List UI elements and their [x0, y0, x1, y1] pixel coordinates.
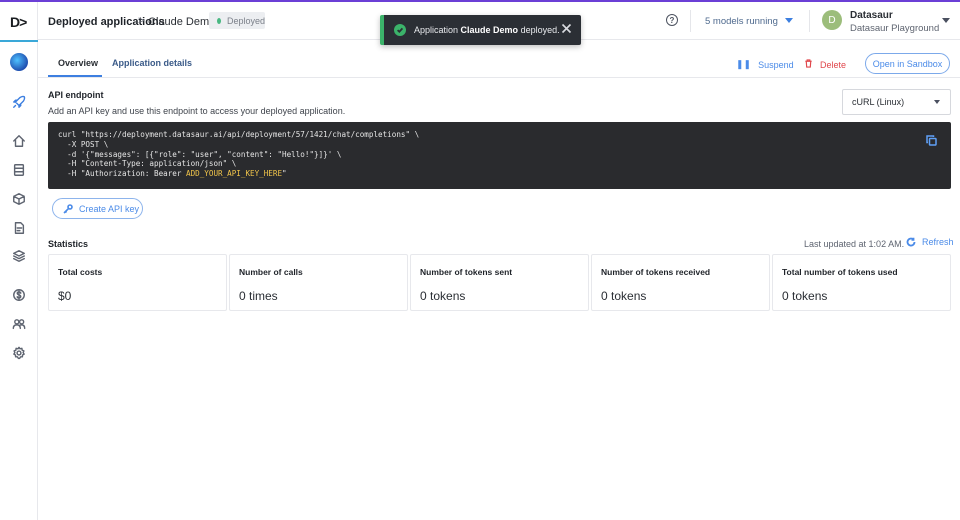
api-key-placeholder: ADD_YOUR_API_KEY_HERE: [186, 169, 283, 179]
stat-label: Total number of tokens used: [782, 267, 898, 277]
models-running-label[interactable]: 5 models running: [705, 16, 778, 27]
user-name: Datasaur: [850, 10, 893, 21]
tab-overview[interactable]: Overview: [58, 58, 98, 68]
toast-app-name: Claude Demo: [460, 25, 519, 35]
code-line-tail: ": [282, 169, 287, 179]
header-divider: [690, 10, 691, 32]
key-icon: [63, 203, 73, 214]
logo-underline: [0, 40, 38, 42]
code-text: curl "https://deployment.datasaur.ai/api…: [58, 130, 941, 179]
last-updated-text: Last updated at 1:02 AM.: [804, 239, 905, 249]
open-in-sandbox-button[interactable]: Open in Sandbox: [865, 53, 950, 74]
sidebar: D>: [0, 2, 38, 520]
stat-card-number-of-calls: Number of calls 0 times: [229, 254, 408, 311]
gear-icon[interactable]: [11, 345, 27, 361]
stat-card-total-costs: Total costs $0: [48, 254, 227, 311]
toast-suffix: deployed.: [520, 25, 560, 35]
tab-bar: Overview Application details ❚❚ Suspend …: [38, 40, 960, 78]
delete-label: Delete: [820, 59, 847, 70]
code-line: curl "https://deployment.datasaur.ai/api…: [58, 130, 420, 139]
code-line: -H "Content-Type: application/json" \: [58, 159, 237, 169]
delete-button[interactable]: Delete: [804, 59, 846, 70]
breadcrumb-current-app: Claude Demo: [148, 16, 216, 28]
statistics-title: Statistics: [48, 239, 89, 249]
code-line: -d '{"messages": [{"role": "user", "cont…: [58, 149, 342, 159]
models-dropdown-chevron-icon[interactable]: [785, 18, 793, 23]
create-api-key-label: Create API key: [79, 203, 140, 214]
stat-value: 0 tokens: [601, 289, 647, 303]
refresh-label: Refresh: [922, 237, 954, 247]
stack-icon[interactable]: [11, 248, 27, 264]
breadcrumb-separator: >: [138, 15, 145, 27]
toast-message: Application Claude Demo deployed.: [414, 25, 560, 35]
trash-icon: [804, 59, 813, 70]
refresh-button[interactable]: Refresh: [906, 237, 954, 247]
dollar-icon[interactable]: [11, 287, 27, 303]
toast-prefix: Application: [414, 25, 459, 35]
api-endpoint-title: API endpoint: [48, 90, 104, 100]
stat-label: Number of tokens received: [601, 267, 711, 277]
code-line: -X POST \: [58, 139, 109, 149]
status-badge-label: Deployed: [226, 15, 265, 26]
globe-avatar-icon[interactable]: [10, 53, 28, 71]
user-menu-chevron-icon[interactable]: [942, 18, 950, 23]
help-icon[interactable]: ?: [666, 14, 678, 26]
suspend-button[interactable]: ❚❚ Suspend: [736, 59, 794, 70]
workspace-name: Datasaur Playground: [850, 23, 940, 34]
language-select-value: cURL (Linux): [852, 97, 905, 107]
team-icon[interactable]: [11, 316, 27, 332]
stat-card-total-tokens: Total number of tokens used 0 tokens: [772, 254, 951, 311]
tab-application-details[interactable]: Application details: [112, 58, 192, 68]
stat-value: 0 tokens: [420, 289, 466, 303]
user-avatar[interactable]: D: [822, 10, 842, 30]
create-api-key-button[interactable]: Create API key: [52, 198, 143, 219]
copy-icon[interactable]: [926, 135, 937, 146]
api-endpoint-description: Add an API key and use this endpoint to …: [48, 106, 346, 116]
stat-label: Number of tokens sent: [420, 267, 513, 277]
code-snippet: curl "https://deployment.datasaur.ai/api…: [48, 122, 951, 189]
chevron-down-icon: [934, 100, 940, 104]
close-icon[interactable]: [561, 23, 572, 34]
suspend-label: Suspend: [758, 59, 794, 70]
stat-label: Number of calls: [239, 267, 303, 277]
cube-icon[interactable]: [11, 191, 27, 207]
stat-value: 0 times: [239, 289, 278, 303]
rocket-icon[interactable]: [11, 94, 27, 110]
stat-value: 0 tokens: [782, 289, 828, 303]
database-icon[interactable]: [11, 162, 27, 178]
pause-icon: ❚❚: [736, 59, 752, 69]
stat-card-tokens-sent: Number of tokens sent 0 tokens: [410, 254, 589, 311]
stat-card-tokens-received: Number of tokens received 0 tokens: [591, 254, 770, 311]
check-circle-icon: [394, 24, 406, 36]
refresh-icon: [906, 237, 916, 247]
header-divider: [809, 10, 810, 32]
active-tab-indicator: [48, 75, 102, 77]
status-dot-icon: [217, 17, 221, 24]
datasaur-logo[interactable]: D>: [10, 14, 27, 30]
edit-document-icon[interactable]: [11, 220, 27, 236]
code-line: -H "Authorization: Bearer: [58, 169, 187, 179]
home-icon[interactable]: [11, 133, 27, 149]
stat-label: Total costs: [58, 267, 103, 277]
language-select[interactable]: cURL (Linux): [842, 89, 951, 115]
status-badge: Deployed: [209, 12, 265, 29]
stat-value: $0: [58, 289, 72, 303]
